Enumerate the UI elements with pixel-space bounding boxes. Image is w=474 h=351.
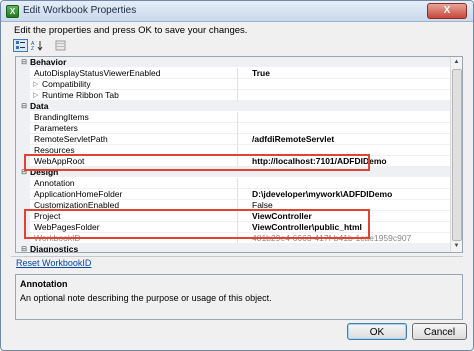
row-margin: ⊟	[16, 57, 30, 68]
property-name-cell[interactable]: Diagnostics	[30, 244, 237, 253]
property-value: D:\jdeveloper\mywork\ADFDIDemo	[252, 189, 393, 199]
alphabetical-icon: A Z	[31, 41, 43, 52]
row-margin	[16, 79, 30, 90]
property-value-cell[interactable]	[237, 123, 451, 134]
scroll-up-arrow[interactable]: ▲	[451, 57, 462, 68]
property-row[interactable]: AutoDisplayStatusViewerEnabled True	[16, 68, 451, 79]
webapproot-highlight-box	[24, 154, 370, 171]
scroll-thumb[interactable]	[452, 69, 462, 241]
instructions-text: Edit the properties and press OK to save…	[14, 25, 248, 36]
property-name-cell[interactable]: ApplicationHomeFolder	[30, 189, 237, 200]
title-bar: X Edit Workbook Properties X	[1, 1, 473, 22]
category-label: Behavior	[30, 57, 67, 67]
property-value-cell[interactable]	[237, 112, 451, 123]
property-value-cell[interactable]: D:\jdeveloper\mywork\ADFDIDemo	[237, 189, 451, 200]
reset-workbookid-link[interactable]: Reset WorkbookID	[16, 258, 91, 268]
property-name-cell[interactable]: RemoteServletPath	[30, 134, 237, 145]
property-name: AutoDisplayStatusViewerEnabled	[34, 68, 161, 78]
row-margin	[16, 68, 30, 79]
property-name: Compatibility	[42, 79, 91, 89]
property-row[interactable]: ▷ Runtime Ribbon Tab	[16, 90, 451, 101]
row-margin	[16, 123, 30, 134]
collapse-toggle-icon[interactable]: ⊟	[20, 102, 28, 111]
property-value: True	[252, 68, 270, 78]
category-row[interactable]: ⊟ Behavior	[16, 57, 450, 68]
property-row[interactable]: ▷ Compatibility	[16, 79, 451, 90]
vertical-scrollbar[interactable]: ▲ ▼	[450, 57, 462, 252]
description-title: Annotation	[20, 279, 68, 289]
property-name-cell[interactable]: ▷ Compatibility	[30, 79, 237, 90]
property-value-cell[interactable]	[237, 79, 451, 90]
description-pane: Annotation An optional note describing t…	[15, 274, 463, 320]
property-name-cell[interactable]: Annotation	[30, 178, 237, 189]
property-row[interactable]: Parameters	[16, 123, 451, 134]
property-name: BrandingItems	[34, 112, 89, 122]
property-name-cell[interactable]: ▷ Runtime Ribbon Tab	[30, 90, 237, 101]
dialog-title: Edit Workbook Properties	[23, 5, 137, 16]
project-folders-highlight-box	[24, 209, 370, 239]
property-value-cell	[237, 57, 450, 67]
alphabetical-button[interactable]: A Z	[30, 39, 45, 52]
property-value-cell[interactable]: True	[237, 68, 451, 79]
property-row[interactable]: BrandingItems	[16, 112, 451, 123]
separator	[11, 256, 463, 257]
property-grid: ⊟ Behavior AutoDisplayStatusViewerEnabled T…	[15, 56, 463, 253]
row-margin	[16, 178, 30, 189]
row-margin	[16, 90, 30, 101]
edit-workbook-properties-dialog: X Edit Workbook Properties X Edit the pr…	[0, 0, 474, 351]
categorized-button[interactable]	[13, 39, 28, 52]
property-pages-button[interactable]	[53, 39, 68, 52]
collapse-toggle-icon[interactable]: ⊟	[20, 58, 28, 67]
property-name-cell[interactable]: BrandingItems	[30, 112, 237, 123]
close-button[interactable]: X	[427, 3, 467, 19]
description-text: An optional note describing the purpose …	[20, 293, 272, 303]
property-name: Annotation	[34, 178, 75, 188]
scroll-down-arrow[interactable]: ▼	[451, 241, 462, 252]
property-value-cell	[237, 244, 450, 252]
category-row[interactable]: ⊟ Data	[16, 101, 450, 112]
property-value-cell[interactable]	[237, 178, 451, 189]
property-row[interactable]: Annotation	[16, 178, 451, 189]
property-name-cell[interactable]: Behavior	[30, 57, 237, 67]
property-value-cell	[237, 101, 450, 111]
property-value: /adfdiRemoteServlet	[252, 134, 335, 144]
category-row[interactable]: ⊟ Diagnostics	[16, 244, 450, 253]
property-pages-icon	[55, 40, 66, 51]
ok-button[interactable]: OK	[347, 323, 407, 340]
category-label: Data	[30, 101, 49, 111]
expand-arrow-icon[interactable]: ▷	[33, 90, 38, 100]
property-name: RemoteServletPath	[34, 134, 108, 144]
category-label: Diagnostics	[30, 244, 79, 253]
row-margin: ⊟	[16, 244, 30, 252]
cancel-button[interactable]: Cancel	[412, 323, 467, 340]
excel-app-icon: X	[6, 5, 19, 18]
row-margin: ⊟	[16, 101, 30, 112]
property-name: Runtime Ribbon Tab	[42, 90, 119, 100]
expand-arrow-icon[interactable]: ▷	[33, 79, 38, 89]
row-margin	[16, 189, 30, 200]
svg-text:Z: Z	[31, 46, 34, 51]
property-name: ApplicationHomeFolder	[34, 189, 123, 199]
categorized-icon	[16, 41, 25, 49]
row-margin	[16, 112, 30, 123]
property-row[interactable]: ApplicationHomeFolder D:\jdeveloper\mywor…	[16, 189, 451, 200]
collapse-toggle-icon[interactable]: ⊟	[20, 245, 28, 252]
property-name: Parameters	[34, 123, 78, 133]
property-name-cell[interactable]: Parameters	[30, 123, 237, 134]
property-row[interactable]: RemoteServletPath/adfdiRemoteServlet	[16, 134, 451, 145]
property-name-cell[interactable]: AutoDisplayStatusViewerEnabled	[30, 68, 237, 79]
property-name-cell[interactable]: Data	[30, 101, 237, 111]
row-margin	[16, 134, 30, 145]
property-value-cell[interactable]: /adfdiRemoteServlet	[237, 134, 451, 145]
property-value-cell[interactable]	[237, 90, 451, 101]
